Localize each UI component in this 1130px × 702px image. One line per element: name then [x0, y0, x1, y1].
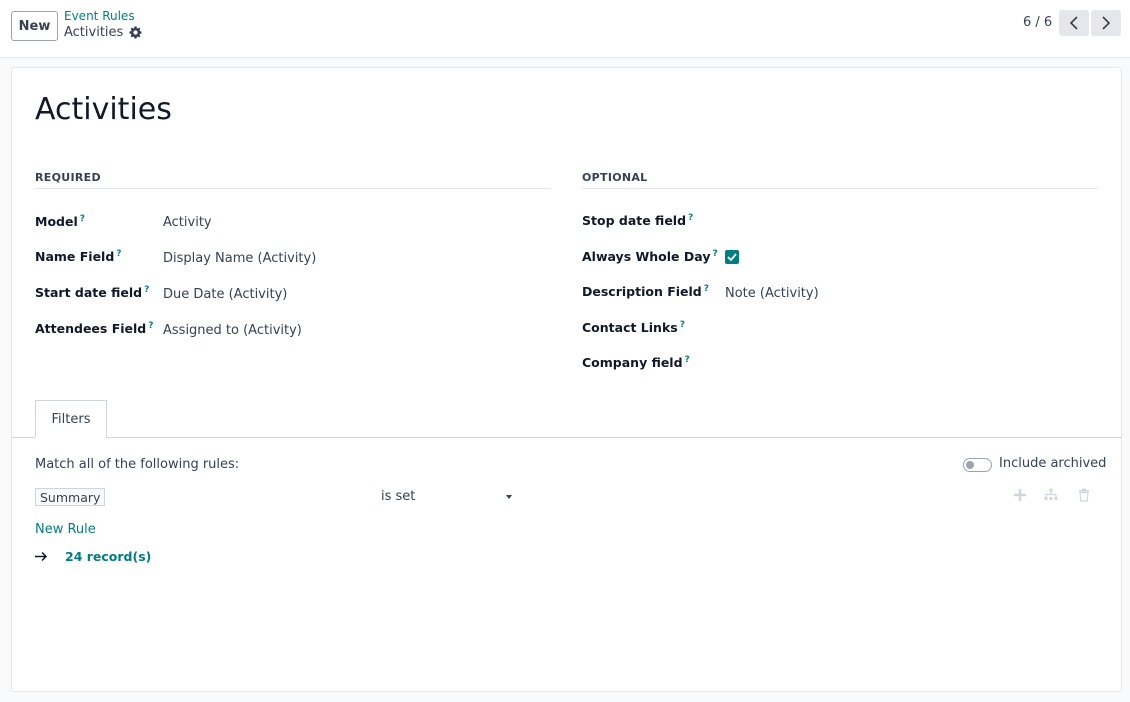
- chevron-right-icon: [1102, 16, 1111, 30]
- toggle-knob: [966, 461, 974, 469]
- stop-date-field-help[interactable]: ?: [688, 213, 693, 223]
- record-title[interactable]: Activities: [35, 92, 172, 127]
- include-archived-label[interactable]: Include archived: [999, 456, 1106, 471]
- sitemap-icon[interactable]: [1044, 488, 1058, 502]
- chevron-down-icon[interactable]: [506, 495, 512, 499]
- description-field-value[interactable]: Note (Activity): [725, 286, 819, 301]
- start-date-field-help[interactable]: ?: [144, 285, 149, 295]
- new-button[interactable]: New: [11, 11, 58, 41]
- start-date-field-label: Start date field?: [35, 285, 150, 301]
- check-icon: [727, 253, 737, 261]
- breadcrumb-current: Activities: [64, 25, 142, 40]
- optional-group-title: OPTIONAL: [582, 171, 648, 184]
- include-archived-toggle[interactable]: [963, 458, 992, 472]
- tab-filters[interactable]: Filters: [35, 400, 107, 438]
- model-label: Model?: [35, 214, 85, 230]
- tab-divider: [12, 437, 1121, 438]
- name-field-help[interactable]: ?: [116, 249, 121, 259]
- rule-field-selector[interactable]: Summary: [35, 488, 106, 506]
- pager-previous-button[interactable]: [1059, 10, 1089, 36]
- company-field-help[interactable]: ?: [685, 355, 690, 365]
- gear-icon[interactable]: [129, 26, 142, 39]
- description-field-help[interactable]: ?: [704, 284, 709, 294]
- stop-date-field-label: Stop date field?: [582, 213, 694, 229]
- always-whole-day-label: Always Whole Day?: [582, 249, 718, 265]
- breadcrumb-current-label: Activities: [64, 25, 124, 40]
- model-value[interactable]: Activity: [163, 215, 212, 230]
- match-rules-text: Match all of the following rules:: [35, 457, 240, 472]
- always-whole-day-checkbox[interactable]: [725, 250, 739, 264]
- attendees-field-label: Attendees Field?: [35, 321, 154, 337]
- attendees-field-help[interactable]: ?: [148, 321, 153, 331]
- arrow-right-icon: [35, 551, 48, 562]
- required-group-title: REQUIRED: [35, 171, 101, 184]
- pager-value[interactable]: 6 / 6: [1023, 15, 1052, 30]
- optional-group-divider: [582, 188, 1098, 189]
- form-sheet: Activities REQUIRED Model? Activity Name…: [11, 67, 1122, 692]
- trash-icon[interactable]: [1077, 488, 1091, 502]
- control-panel: New Event Rules Activities 6 / 6: [0, 0, 1130, 58]
- model-help[interactable]: ?: [80, 214, 85, 224]
- contact-links-help[interactable]: ?: [680, 320, 685, 330]
- description-field-label: Description Field?: [582, 284, 709, 300]
- chevron-left-icon: [1069, 16, 1078, 30]
- pager-next-button[interactable]: [1091, 10, 1121, 36]
- rule-operator-select[interactable]: is set: [381, 489, 415, 504]
- name-field-label: Name Field?: [35, 249, 122, 265]
- contact-links-label: Contact Links?: [582, 320, 685, 336]
- always-whole-day-help[interactable]: ?: [712, 249, 717, 259]
- plus-icon[interactable]: [1013, 488, 1027, 502]
- breadcrumb-event-rules[interactable]: Event Rules: [64, 9, 135, 23]
- name-field-value[interactable]: Display Name (Activity): [163, 251, 316, 266]
- start-date-field-value[interactable]: Due Date (Activity): [163, 287, 287, 302]
- company-field-label: Company field?: [582, 355, 690, 371]
- required-group-divider: [35, 188, 551, 189]
- attendees-field-value[interactable]: Assigned to (Activity): [163, 323, 302, 338]
- new-rule-link[interactable]: New Rule: [35, 522, 96, 537]
- records-count-link[interactable]: 24 record(s): [65, 549, 151, 564]
